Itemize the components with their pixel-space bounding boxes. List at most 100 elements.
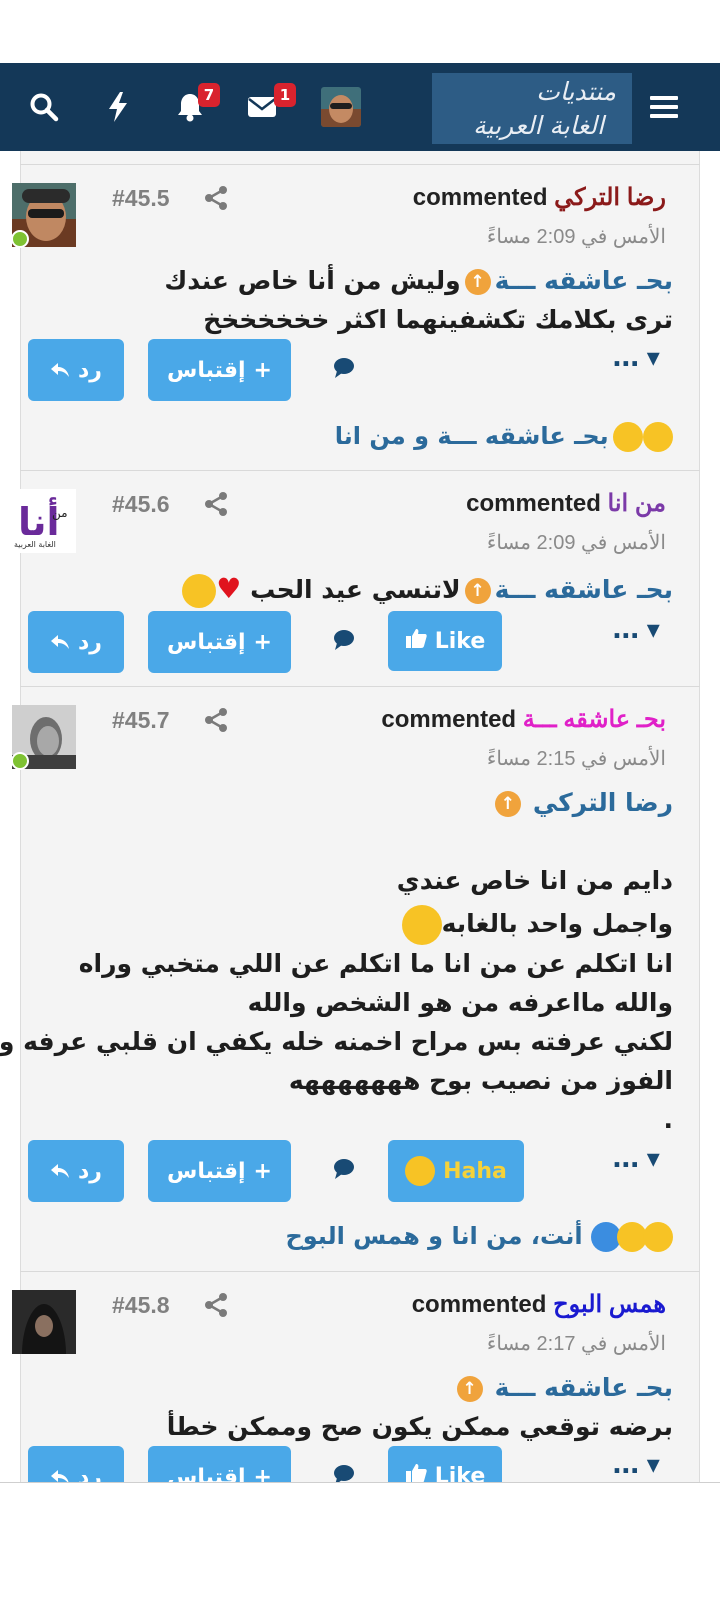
quote-button[interactable]: إقتباس + [148,339,291,401]
post-avatar[interactable] [12,1290,76,1354]
post-body-line: ترى بكلامك تكشفينهما اكثر خخخخخخخ [203,305,673,334]
reply-label: رد [78,1158,102,1184]
comment-icon[interactable] [332,1158,358,1184]
share-icon[interactable] [203,491,229,517]
post-divider [20,686,700,687]
astonished-emoji-icon [643,1222,673,1252]
post-divider [20,164,700,165]
post-body-line: . [663,1105,674,1134]
reply-button[interactable]: رد [28,339,124,401]
post-author-line: commented رضا التركي [413,183,666,212]
app-viewport: 7 1 منتديات الغابة العربية #45.5 comment… [0,0,720,1600]
post-body-line: والله مااعرفه من هو الشخص والله [247,988,673,1017]
arrow-up-circle-icon[interactable]: ↑ [494,791,521,817]
bottom-blank-area [0,1483,720,1600]
post-divider [20,470,700,471]
arrow-up-circle-icon[interactable]: ↑ [456,1376,483,1402]
online-status-indicator [11,752,29,770]
author-name[interactable]: رضا التركي [554,184,666,211]
quote-label: إقتباس [167,357,246,383]
mention-link[interactable]: بحـ عاشقه ـــة [495,266,673,295]
reply-button[interactable]: رد [28,611,124,673]
astonished-emoji-icon [613,422,643,452]
post-body-line: الفوز من نصيب بوح هههههههه [288,1066,673,1095]
reply-label: رد [78,629,102,655]
like-label: Like [434,628,486,654]
more-options-menu[interactable]: ... ▾ [612,615,660,645]
post-body-line: دايم من انا خاص عندي [396,866,673,895]
post-number[interactable]: #45.6 [112,491,170,518]
reactions-summary[interactable]: بحـ عاشقه ـــة و من انا [335,422,673,452]
mention-link[interactable]: بحـ عاشقه ـــة [495,575,673,604]
plus-icon: + [253,629,272,655]
share-icon[interactable] [203,185,229,211]
comment-icon[interactable] [332,357,358,383]
like-button[interactable]: Like [388,611,502,671]
svg-text:الغابة العربية: الغابة العربية [14,540,56,549]
commented-label: commented [466,490,601,517]
comment-icon[interactable] [332,629,358,655]
commented-label: commented [412,184,548,211]
commented-label: commented [411,1291,547,1318]
reactions-summary[interactable]: أنت، من انا و همس البوح [285,1222,673,1252]
share-icon[interactable] [203,1292,229,1318]
post-body-line: لكني عرفته بس مراح اخمنه خله يكفي ان قلب… [0,1027,673,1056]
reply-label: رد [78,357,102,383]
notifications-badge: 7 [198,83,220,107]
post-date[interactable]: الأمس في 2:09 مساءً [487,224,666,249]
commented-label: commented [381,706,517,733]
lightning-icon[interactable] [96,85,140,129]
logo-line-1: منتديات [536,77,616,106]
post-body-line: رضا التركي ↑ [491,788,673,817]
heart-icon: ♥ [216,572,242,605]
messages-badge: 1 [274,83,296,107]
svg-text:من: من [52,506,68,521]
logo-line-2: الغابة العربية [473,111,604,140]
author-name[interactable]: همس البوح [553,1291,666,1318]
search-icon[interactable] [22,85,66,129]
quote-label: إقتباس [167,629,246,655]
more-options-menu[interactable]: ... ▾ [612,1144,660,1174]
plus-icon: + [253,357,272,383]
quote-button[interactable]: إقتباس + [148,611,291,673]
online-status-indicator [11,230,29,248]
thumbs-up-icon [405,627,427,655]
arrow-up-circle-icon[interactable]: ↑ [464,578,491,604]
messages-envelope-icon[interactable]: 1 [240,83,296,129]
post-body-line: واجمل واحد بالغابه [401,905,673,945]
author-name[interactable]: بحـ عاشقه ـــة [523,706,666,733]
post-body-line: بحـ عاشقه ـــة↑وليش من أنا خاص عندك [164,266,673,295]
plus-icon: + [253,1158,272,1184]
reply-button[interactable]: رد [28,1140,124,1202]
hamburger-menu-icon[interactable] [642,85,686,129]
more-options-menu[interactable]: ... ▾ [612,343,660,373]
more-options-menu[interactable]: ... ▾ [612,1450,660,1480]
forum-logo[interactable]: منتديات الغابة العربية [432,73,632,144]
post-body-line: برضه توقعي ممكن يكون صح وممكن خطأ [166,1412,673,1441]
arrow-up-circle-icon[interactable]: ↑ [464,269,491,295]
mention-link[interactable]: رضا التركي [533,788,673,817]
heart-eyes-emoji-icon [182,574,217,608]
share-icon[interactable] [203,707,229,733]
post-date[interactable]: الأمس في 2:17 مساءً [487,1331,666,1356]
post-divider [20,1271,700,1272]
haha-reaction-button[interactable]: Haha [388,1140,524,1202]
quote-button[interactable]: إقتباس + [148,1140,291,1202]
post-date[interactable]: الأمس في 2:15 مساءً [487,746,666,771]
post-number[interactable]: #45.5 [112,185,170,212]
post-body-line: بحـ عاشقه ـــة↑لاتنسي عيد الحب ♥ [182,572,673,608]
post-avatar[interactable]: أنا من الغابة العربية [12,489,76,553]
laughing-emoji-icon [643,422,673,452]
user-avatar[interactable] [321,87,361,127]
notifications-bell-icon[interactable]: 7 [168,83,220,129]
post-number[interactable]: #45.8 [112,1292,170,1319]
post-body-line: بحـ عاشقه ـــة ↑ [453,1373,673,1402]
haha-label: Haha [443,1158,507,1184]
post-date[interactable]: الأمس في 2:09 مساءً [487,530,666,555]
author-name[interactable]: من انا [608,490,666,517]
post-number[interactable]: #45.7 [112,707,170,734]
svg-text:أنا: أنا [18,497,60,544]
post-author-line: commented من انا [466,489,666,518]
mention-link[interactable]: بحـ عاشقه ـــة [495,1373,673,1402]
quote-label: إقتباس [167,1158,246,1184]
